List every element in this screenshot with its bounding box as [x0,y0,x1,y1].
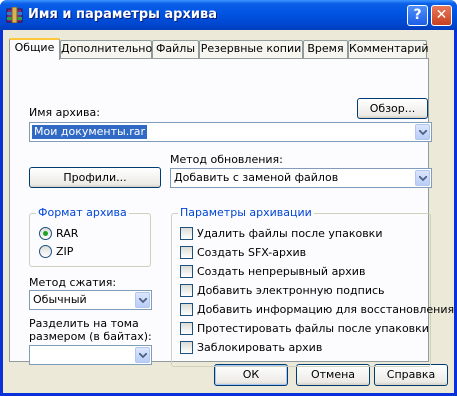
tab-general[interactable]: Общие [9,38,60,60]
update-method-label: Метод обновления: [170,153,283,166]
split-label-line1: Разделить на тома [29,317,139,330]
zip-label[interactable]: ZIP [56,245,73,258]
radio-dot [43,231,48,236]
tab-backup[interactable]: Резервные копии [199,40,303,58]
solid-archive-checkbox[interactable] [180,265,193,278]
tab-advanced[interactable]: Дополнительно [60,40,152,58]
chevron-down-icon[interactable] [135,347,150,363]
cancel-button[interactable]: Отмена [296,364,370,386]
archive-params-group: Параметры архивации Удалить файлы после … [171,206,454,367]
split-volume-combo[interactable] [29,345,152,365]
chevron-down-icon[interactable] [415,124,430,140]
dialog-window: Имя и параметры архива ? ✕ Общие Дополни… [0,0,457,396]
browse-button[interactable]: Обзор... [357,98,428,119]
delete-files-checkbox[interactable] [180,227,193,240]
compression-value: Обычный [33,293,87,306]
title-bar[interactable]: Имя и параметры архива ? ✕ [0,0,457,30]
update-method-combo[interactable]: Добавить с заменой файлов [170,168,432,188]
compression-combo[interactable]: Обычный [29,290,152,310]
recovery-record-label[interactable]: Добавить информацию для восстановления [197,303,454,316]
lock-archive-label[interactable]: Заблокировать архив [197,341,322,354]
archive-format-title: Формат архива [36,206,129,219]
archive-params-title: Параметры архивации [178,206,314,219]
delete-files-label[interactable]: Удалить файлы после упаковки [197,227,382,240]
window-title: Имя и параметры архива [28,7,217,22]
tab-time[interactable]: Время [303,40,348,58]
rar-label[interactable]: RAR [56,227,78,240]
solid-archive-label[interactable]: Создать непрерывный архив [197,265,365,278]
archive-name-label: Имя архива: [29,106,100,119]
test-files-label[interactable]: Протестировать файлы после упаковки [197,322,429,335]
test-files-checkbox[interactable] [180,322,193,335]
tab-files[interactable]: Файлы [152,40,199,58]
sfx-label[interactable]: Создать SFX-архив [197,246,306,259]
rar-radio[interactable] [39,227,52,240]
archive-name-combo[interactable]: Мои документы.rar [29,122,432,142]
signature-checkbox[interactable] [180,284,193,297]
zip-radio[interactable] [39,245,52,258]
archive-format-group: Формат архива RAR ZIP [29,206,151,267]
tab-comment[interactable]: Комментарий [348,40,429,58]
help-button[interactable]: Справка [374,364,448,386]
sfx-checkbox[interactable] [180,246,193,259]
compression-label: Метод сжатия: [29,276,117,289]
lock-archive-checkbox[interactable] [180,341,193,354]
chevron-down-icon[interactable] [415,170,430,186]
profiles-button[interactable]: Профили... [29,167,161,188]
chevron-down-icon[interactable] [135,292,150,308]
general-tab-panel: Имя архива: Обзор... Мои документы.rar М… [9,58,454,367]
signature-label[interactable]: Добавить электронную подпись [197,284,385,297]
help-title-button[interactable]: ? [407,5,428,26]
ok-button[interactable]: ОК [214,364,288,386]
close-button[interactable]: ✕ [431,5,452,26]
split-label-line2: размером (в байтах): [29,330,152,343]
dialog-client: Общие Дополнительно Файлы Резервные копи… [3,30,454,393]
update-method-value: Добавить с заменой файлов [174,171,339,184]
winrar-icon [6,6,23,24]
archive-name-value[interactable]: Мои документы.rar [32,125,147,139]
recovery-record-checkbox[interactable] [180,303,193,316]
